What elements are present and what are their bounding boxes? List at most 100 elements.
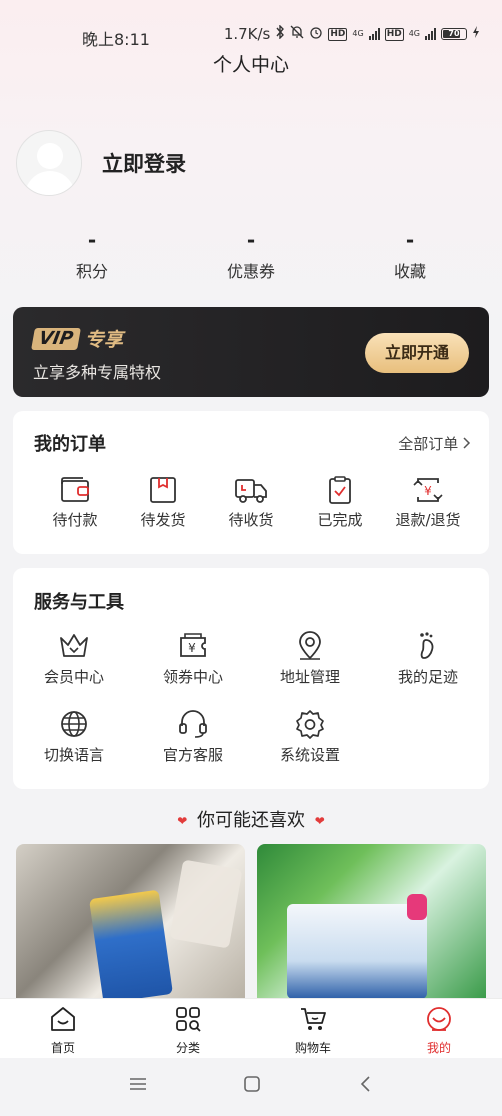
hd-badge-2: HD xyxy=(384,27,404,41)
signal-icon xyxy=(368,28,380,40)
page-title: 个人中心 xyxy=(212,54,289,76)
profile-section[interactable]: 立即登录 xyxy=(16,130,186,196)
tool-language[interactable]: 切换语言 xyxy=(34,708,114,765)
vip-subtitle: 立享多种专属特权 xyxy=(33,363,162,382)
tab-label: 分类 xyxy=(175,1041,200,1055)
signal-icon-2 xyxy=(425,28,436,40)
recommend-heading: ❤ 你可能还喜欢 ❤ xyxy=(0,806,502,832)
stat-value: - xyxy=(405,228,415,252)
tab-home[interactable]: 首页 xyxy=(23,1005,103,1056)
home-icon xyxy=(23,1005,103,1037)
heart-icon: ❤ xyxy=(314,814,325,828)
orders-title: 我的订单 xyxy=(34,434,106,455)
tool-label: 会员中心 xyxy=(43,668,104,686)
menu-icon[interactable] xyxy=(128,1074,148,1098)
bluetooth-icon xyxy=(275,24,285,43)
tool-customer-service[interactable]: 官方客服 xyxy=(153,708,233,765)
tool-label: 官方客服 xyxy=(162,746,223,764)
stat-points[interactable]: - 积分 xyxy=(42,228,142,282)
tool-coupon-center[interactable]: ¥ 领券中心 xyxy=(153,630,233,687)
headset-icon xyxy=(153,708,233,744)
order-label: 待收货 xyxy=(228,511,274,529)
orders-card: 我的订单 全部订单 待付款 待发货 待收货 已完成 ¥ 退款/退货 xyxy=(13,411,489,554)
tab-cart[interactable]: 购物车 xyxy=(273,1005,353,1056)
home-square-icon[interactable] xyxy=(242,1074,262,1098)
alarm-icon xyxy=(309,25,323,43)
order-label: 待发货 xyxy=(140,511,186,529)
product-image-part xyxy=(169,859,243,949)
tab-category[interactable]: 分类 xyxy=(148,1005,228,1056)
svg-text:¥: ¥ xyxy=(188,641,196,655)
wallet-icon xyxy=(35,475,115,509)
status-bar: 晚上8:11 1.7K/s HD 4G HD 4G 70 xyxy=(0,22,502,50)
order-pending-shipment[interactable]: 待发货 xyxy=(123,475,203,530)
recommend-title: 你可能还喜欢 xyxy=(197,810,305,831)
net-type-2: 4G xyxy=(408,29,420,38)
tab-profile[interactable]: 我的 xyxy=(399,1005,479,1056)
hd-badge: HD xyxy=(328,27,348,41)
tab-label: 我的 xyxy=(426,1041,451,1055)
avatar[interactable] xyxy=(16,130,82,196)
status-time: 晚上8:11 xyxy=(82,30,150,49)
bottom-tab-bar: 首页 分类 购物车 我的 xyxy=(0,998,502,1058)
gear-icon xyxy=(270,708,350,744)
status-indicators: 1.7K/s HD 4G HD 4G 70 xyxy=(224,24,480,43)
battery-icon: 70 xyxy=(441,28,467,40)
stat-label: 收藏 xyxy=(393,262,426,281)
back-icon[interactable] xyxy=(356,1074,376,1098)
truck-icon xyxy=(211,475,291,509)
product-image xyxy=(89,889,173,999)
stat-value: - xyxy=(87,228,97,252)
order-label: 已完成 xyxy=(317,511,363,529)
chevron-right-icon xyxy=(463,435,471,453)
stat-coupons[interactable]: - 优惠券 xyxy=(201,228,301,282)
coupon-icon: ¥ xyxy=(153,630,233,666)
tool-label: 领券中心 xyxy=(162,668,223,686)
vip-card[interactable]: VIP 专享 立享多种专属特权 立即开通 xyxy=(13,307,489,397)
tools-card: 服务与工具 会员中心 ¥ 领券中心 地址管理 我的足迹 切换语言 官方客服 系统… xyxy=(13,568,489,789)
globe-icon xyxy=(34,708,114,744)
order-label: 退款/退货 xyxy=(395,511,461,529)
tool-member-center[interactable]: 会员中心 xyxy=(34,630,114,687)
order-refund[interactable]: ¥ 退款/退货 xyxy=(387,475,469,530)
product-image xyxy=(287,904,427,999)
stat-favorites[interactable]: - 收藏 xyxy=(360,228,460,282)
location-icon xyxy=(270,630,350,666)
vip-activate-button[interactable]: 立即开通 xyxy=(365,333,469,373)
order-completed[interactable]: 已完成 xyxy=(300,475,380,530)
order-pending-payment[interactable]: 待付款 xyxy=(35,475,115,530)
mute-bell-icon xyxy=(290,25,304,43)
system-nav-bar xyxy=(0,1058,502,1116)
heart-icon: ❤ xyxy=(177,814,188,828)
refund-icon: ¥ xyxy=(387,475,469,509)
tool-label: 切换语言 xyxy=(43,746,104,764)
order-label: 待付款 xyxy=(52,511,98,529)
vip-badge: VIP xyxy=(31,327,81,350)
svg-text:¥: ¥ xyxy=(424,484,432,498)
tools-title: 服务与工具 xyxy=(34,592,124,613)
order-pending-receipt[interactable]: 待收货 xyxy=(211,475,291,530)
tool-address-management[interactable]: 地址管理 xyxy=(270,630,350,687)
footprint-icon xyxy=(388,630,468,666)
all-orders-link[interactable]: 全部订单 xyxy=(398,433,471,454)
product-card[interactable] xyxy=(16,844,245,999)
tool-footprints[interactable]: 我的足迹 xyxy=(388,630,468,687)
tool-label: 系统设置 xyxy=(279,746,340,764)
cart-icon xyxy=(273,1005,353,1037)
profile-icon xyxy=(399,1005,479,1037)
tab-label: 购物车 xyxy=(294,1041,331,1055)
stat-label: 优惠券 xyxy=(226,262,275,281)
net-type: 4G xyxy=(352,29,364,38)
product-card[interactable] xyxy=(257,844,486,999)
tool-settings[interactable]: 系统设置 xyxy=(270,708,350,765)
vip-logo: VIP 专享 xyxy=(31,325,123,352)
all-orders-label: 全部订单 xyxy=(398,435,459,453)
stat-value: - xyxy=(246,228,256,252)
login-link[interactable]: 立即登录 xyxy=(102,148,186,178)
charging-icon xyxy=(472,26,480,42)
package-icon xyxy=(123,475,203,509)
tool-label: 我的足迹 xyxy=(397,668,458,686)
category-icon xyxy=(148,1005,228,1037)
tab-label: 首页 xyxy=(50,1041,75,1055)
product-image-part xyxy=(407,894,427,920)
